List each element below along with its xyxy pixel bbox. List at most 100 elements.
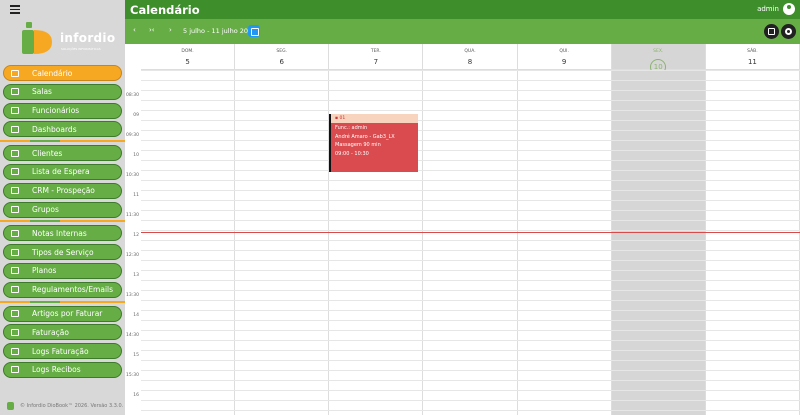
sidebar-item-crm[interactable]: CRM - Prospeção [3,182,122,199]
day-header: QUI. 9 [517,44,612,70]
grid-line [141,390,800,391]
calendar: DOM. 5 SEG. 6 TER. 7 QUA. 8 QUI. 9 SEX. 10 SÁB. 11 08… [125,44,800,415]
time-label: 16 [133,393,139,398]
day-number[interactable]: 8 [423,58,516,66]
invoice-icon [11,328,19,336]
day-header: QUA. 8 [423,44,518,70]
logo-text: infordio [60,31,116,45]
sidebar-item-planos[interactable]: Planos [3,262,122,279]
day-name: SÁB. [747,49,758,54]
today-button[interactable]: ›‹ [149,26,155,34]
log-icon [11,347,19,355]
notes-icon [11,229,19,237]
time-label: 13 [133,273,139,278]
grid-line [141,380,800,381]
sidebar-item-notas[interactable]: Notas Internas [3,225,122,242]
grid-line [141,240,800,241]
day-name: SEX. [653,49,664,54]
day-number[interactable]: 11 [706,58,799,66]
settings-button[interactable] [781,24,796,39]
time-label: 08:30 [126,93,139,98]
account-icon[interactable] [783,3,795,15]
plans-icon [11,267,19,275]
day-name: QUA. [464,49,476,54]
time-label: 12:30 [126,253,139,258]
day-number[interactable]: 5 [141,58,234,66]
sidebar-item-label: Artigos por Faturar [32,309,103,319]
sidebar-nav: Calendário Salas Funcionários Dashboards… [0,65,125,381]
grid-line [141,290,800,291]
sidebar-item-logs-recibos[interactable]: Logs Recibos [3,361,122,378]
nav-divider [0,140,125,143]
grid-line [141,370,800,371]
sidebar-item-dashboards[interactable]: Dashboards [3,121,122,138]
grid-line [141,350,800,351]
waitlist-icon [11,168,19,176]
day-name: TER. [370,49,381,54]
event-time: 09:00 - 10:30 [335,150,369,157]
sidebar-item-label: Funcionários [32,106,80,116]
time-axis: 08:30 09 09:30 10 10:30 11 11:30 12 12:30 13 13:30… [125,70,141,415]
grid-line [141,190,800,191]
current-time-line [141,232,800,233]
nav-divider [0,220,125,223]
day-column[interactable] [423,70,518,415]
sidebar-item-logs-faturacao[interactable]: Logs Faturação [3,343,122,360]
day-number[interactable]: 9 [518,58,611,66]
sidebar-item-label: Notas Internas [32,228,87,238]
sidebar-item-label: Tipos de Serviço [32,247,94,257]
sidebar-item-clientes[interactable]: Clientes [3,145,122,162]
day-number[interactable]: 7 [329,58,422,66]
appointment-event[interactable]: ▪ 01 Func.: admin André Amaro - Gab3_LX … [329,114,418,172]
sidebar-item-tipos-servico[interactable]: Tipos de Serviço [3,244,122,261]
sidebar-item-salas[interactable]: Salas [3,83,122,100]
day-name: DOM. [181,49,194,54]
user-menu[interactable]: admin [757,3,795,15]
day-column[interactable] [611,70,706,415]
sidebar-item-lista-espera[interactable]: Lista de Espera [3,163,122,180]
footer-text: © Infordio DioBook™ 2026. Versão 3.3.0. [20,403,124,409]
app-root: infordio SOLUÇÕES INFORMÁTICAS Calendári… [0,0,800,415]
sidebar-item-label: Grupos [32,205,59,215]
day-column[interactable] [235,70,330,415]
sidebar-item-label: Lista de Espera [32,167,90,177]
grid-line [141,150,800,151]
grid-line [141,260,800,261]
date-picker-button[interactable] [248,25,260,37]
sidebar-item-regulamentos[interactable]: Regulamentos/Emails [3,281,122,298]
day-name: QUI. [559,49,569,54]
view-toggle-button[interactable] [764,24,779,39]
grid-line [141,80,800,81]
articles-icon [11,310,19,318]
sidebar-item-calendario[interactable]: Calendário [3,65,122,81]
grid-line [141,270,800,271]
prev-week-button[interactable]: ‹ [133,26,136,34]
page-title: Calendário [130,3,200,17]
calendar-grid[interactable]: ▪ 01 Func.: admin André Amaro - Gab3_LX … [141,70,800,415]
header: Calendário admin [125,0,800,19]
event-client: André Amaro - Gab3_LX [335,133,395,140]
day-column[interactable] [141,70,236,415]
sidebar-item-label: Faturação [32,327,69,337]
sidebar-item-label: Logs Recibos [32,365,81,375]
menu-icon[interactable] [10,5,20,15]
grid-line [141,400,800,401]
sidebar-item-funcionarios[interactable]: Funcionários [3,102,122,119]
time-label: 12 [133,233,139,238]
grid-line [141,200,800,201]
dashboard-icon [11,125,19,133]
grid-line [141,110,800,111]
day-name: SEG. [276,49,288,54]
event-badge-number: 01 [339,116,346,121]
next-week-button[interactable]: › [169,26,172,34]
sidebar-item-grupos[interactable]: Grupos [3,201,122,218]
sidebar-item-artigos[interactable]: Artigos por Faturar [3,305,122,322]
grid-line [141,70,800,71]
receipt-icon [11,366,19,374]
grid-line [141,140,800,141]
day-column[interactable] [706,70,800,415]
day-number[interactable]: 6 [235,58,328,66]
day-header: SEX. 10 [611,44,706,75]
day-column[interactable] [518,70,612,415]
sidebar-item-faturacao[interactable]: Faturação [3,324,122,341]
